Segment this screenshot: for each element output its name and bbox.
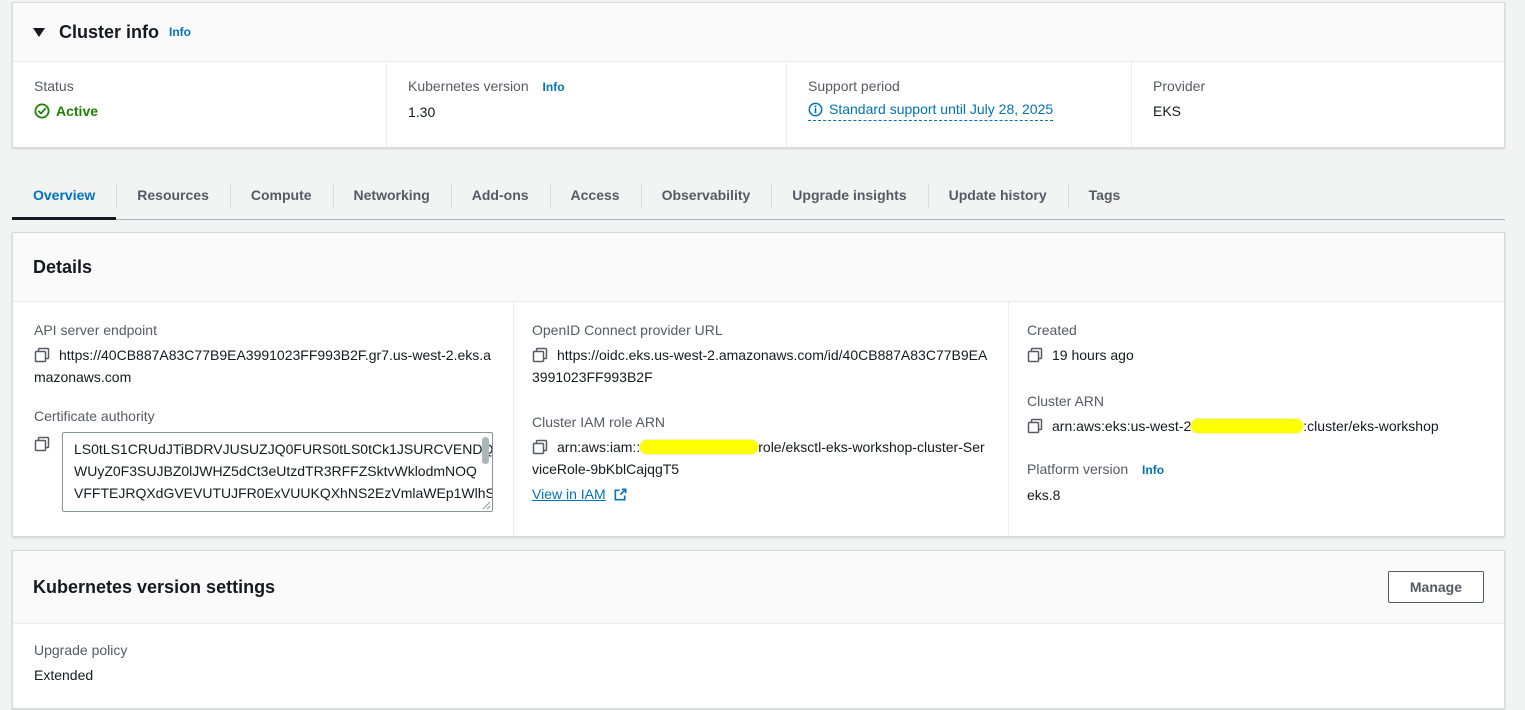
tab-access[interactable]: Access	[550, 172, 641, 219]
support-period-column: Support period Standard support until Ju…	[786, 62, 1131, 147]
platform-version-info-link[interactable]: Info	[1142, 463, 1164, 477]
provider-column: Provider EKS	[1131, 62, 1504, 147]
iam-role-label: Cluster IAM role ARN	[532, 412, 988, 432]
iam-role-arn-prefix: arn:aws:iam::	[557, 439, 640, 455]
info-circle-icon	[808, 102, 823, 117]
status-column: Status Active	[13, 62, 386, 147]
oidc-label: OpenID Connect provider URL	[532, 320, 988, 340]
kubernetes-version-column: Kubernetes version Info 1.30	[386, 62, 786, 147]
certificate-authority-field: Certificate authority LS0tLS1CRUdJTiBDRV…	[34, 406, 493, 512]
details-header: Details	[13, 233, 1504, 302]
certificate-authority-label: Certificate authority	[34, 406, 493, 426]
oidc-field: OpenID Connect provider URL https://oidc…	[532, 320, 988, 388]
cluster-arn-prefix: arn:aws:eks:us-west-2	[1052, 418, 1191, 434]
tab-overview[interactable]: Overview	[12, 172, 116, 219]
cluster-arn-label: Cluster ARN	[1027, 391, 1484, 411]
platform-version-label: Platform version Info	[1027, 459, 1484, 480]
cluster-tabs: Overview Resources Compute Networking Ad…	[12, 172, 1505, 220]
details-column-2: OpenID Connect provider URL https://oidc…	[513, 302, 1008, 536]
support-period-text: Standard support until July 28, 2025	[829, 100, 1053, 118]
created-text: 19 hours ago	[1052, 347, 1134, 363]
platform-version-value: eks.8	[1027, 484, 1484, 506]
copy-icon[interactable]	[532, 347, 548, 363]
tab-networking[interactable]: Networking	[333, 172, 451, 219]
cluster-info-title: Cluster info	[59, 20, 159, 44]
scrollbar-thumb[interactable]	[482, 437, 489, 464]
cluster-info-card: Cluster info Info Status Active Kubernet…	[12, 2, 1505, 148]
cluster-info-columns: Status Active Kubernetes version Info 1.…	[13, 62, 1504, 147]
platform-version-label-text: Platform version	[1027, 461, 1128, 477]
cluster-arn-value: arn:aws:eks:us-west-2 :cluster/eks-worksh…	[1027, 415, 1484, 437]
kubernetes-version-settings-title: Kubernetes version settings	[33, 575, 275, 599]
details-card: Details API server endpoint https://40CB…	[12, 232, 1505, 537]
status-success-icon	[34, 103, 50, 119]
platform-version-field: Platform version Info eks.8	[1027, 459, 1484, 506]
details-columns: API server endpoint https://40CB887A83C7…	[13, 302, 1504, 536]
external-link-icon	[613, 487, 628, 502]
kubernetes-version-label: Kubernetes version Info	[408, 76, 766, 97]
cluster-arn-suffix: :cluster/eks-workshop	[1303, 418, 1438, 434]
oidc-text: https://oidc.eks.us-west-2.amazonaws.com…	[532, 347, 987, 385]
tab-update-history[interactable]: Update history	[928, 172, 1068, 219]
resize-handle-icon[interactable]	[482, 501, 491, 510]
copy-icon[interactable]	[1027, 418, 1043, 434]
tab-upgrade-insights[interactable]: Upgrade insights	[771, 172, 927, 219]
tab-observability[interactable]: Observability	[641, 172, 772, 219]
cluster-arn-field: Cluster ARN arn:aws:eks:us-west-2 :cluste…	[1027, 391, 1484, 437]
iam-role-field: Cluster IAM role ARN arn:aws:iam::role/e…	[532, 412, 988, 502]
tab-add-ons[interactable]: Add-ons	[451, 172, 550, 219]
status-value: Active	[34, 100, 366, 122]
kubernetes-version-value: 1.30	[408, 101, 766, 123]
copy-icon[interactable]	[34, 436, 50, 452]
certificate-line: LS0tLS1CRUdJTiBDRVJUSUZJQ0FURS0tLS0tCk1J…	[74, 438, 472, 460]
certificate-line: WUyZ0F3SUJBZ0lJWHZ5dCt3eUtzdTR3RFFZSktvW…	[74, 460, 472, 482]
certificate-line: VFFTEJRQXdGVEVUTUJFR0ExVUUKQXhNS2EzVmlaW…	[74, 482, 472, 504]
created-field: Created 19 hours ago	[1027, 320, 1484, 366]
provider-label: Provider	[1153, 76, 1484, 96]
certificate-authority-textarea[interactable]: LS0tLS1CRUdJTiBDRVJUSUZJQ0FURS0tLS0tCk1J…	[62, 432, 493, 512]
cluster-info-info-link[interactable]: Info	[169, 25, 191, 39]
created-label: Created	[1027, 320, 1484, 340]
copy-icon[interactable]	[1027, 347, 1043, 363]
support-period-label: Support period	[808, 76, 1111, 96]
upgrade-policy-label: Upgrade policy	[34, 640, 1484, 660]
oidc-value: https://oidc.eks.us-west-2.amazonaws.com…	[532, 344, 988, 388]
view-in-iam-link[interactable]: View in IAM	[532, 486, 628, 502]
support-period-link[interactable]: Standard support until July 28, 2025	[808, 100, 1053, 121]
kubernetes-version-info-link[interactable]: Info	[543, 80, 565, 94]
copy-icon[interactable]	[532, 439, 548, 455]
created-value: 19 hours ago	[1027, 344, 1484, 366]
kubernetes-version-settings-header: Kubernetes version settings Manage	[13, 551, 1504, 624]
redacted-account-id	[640, 440, 758, 454]
collapse-caret-icon[interactable]	[33, 28, 45, 37]
status-text: Active	[56, 100, 98, 122]
manage-button[interactable]: Manage	[1388, 571, 1484, 603]
details-column-3: Created 19 hours ago Cluster ARN arn:aws…	[1008, 302, 1504, 536]
upgrade-policy-field: Upgrade policy Extended	[13, 624, 1504, 708]
view-in-iam-text: View in IAM	[532, 486, 606, 502]
provider-value: EKS	[1153, 100, 1484, 122]
redacted-account-id	[1191, 419, 1303, 433]
upgrade-policy-value: Extended	[34, 664, 1484, 686]
details-title: Details	[33, 255, 92, 279]
cluster-info-header: Cluster info Info	[13, 3, 1504, 62]
kubernetes-version-label-text: Kubernetes version	[408, 78, 529, 94]
api-endpoint-field: API server endpoint https://40CB887A83C7…	[34, 320, 493, 388]
status-label: Status	[34, 76, 366, 96]
api-endpoint-label: API server endpoint	[34, 320, 493, 340]
copy-icon[interactable]	[34, 347, 50, 363]
kubernetes-version-settings-card: Kubernetes version settings Manage Upgra…	[12, 550, 1505, 709]
tab-tags[interactable]: Tags	[1068, 172, 1142, 219]
tab-resources[interactable]: Resources	[116, 172, 230, 219]
iam-role-value: arn:aws:iam::role/eksctl-eks-workshop-cl…	[532, 436, 988, 480]
tab-compute[interactable]: Compute	[230, 172, 333, 219]
details-column-1: API server endpoint https://40CB887A83C7…	[13, 302, 513, 536]
api-endpoint-text: https://40CB887A83C77B9EA3991023FF993B2F…	[34, 347, 491, 385]
api-endpoint-value: https://40CB887A83C77B9EA3991023FF993B2F…	[34, 344, 493, 388]
